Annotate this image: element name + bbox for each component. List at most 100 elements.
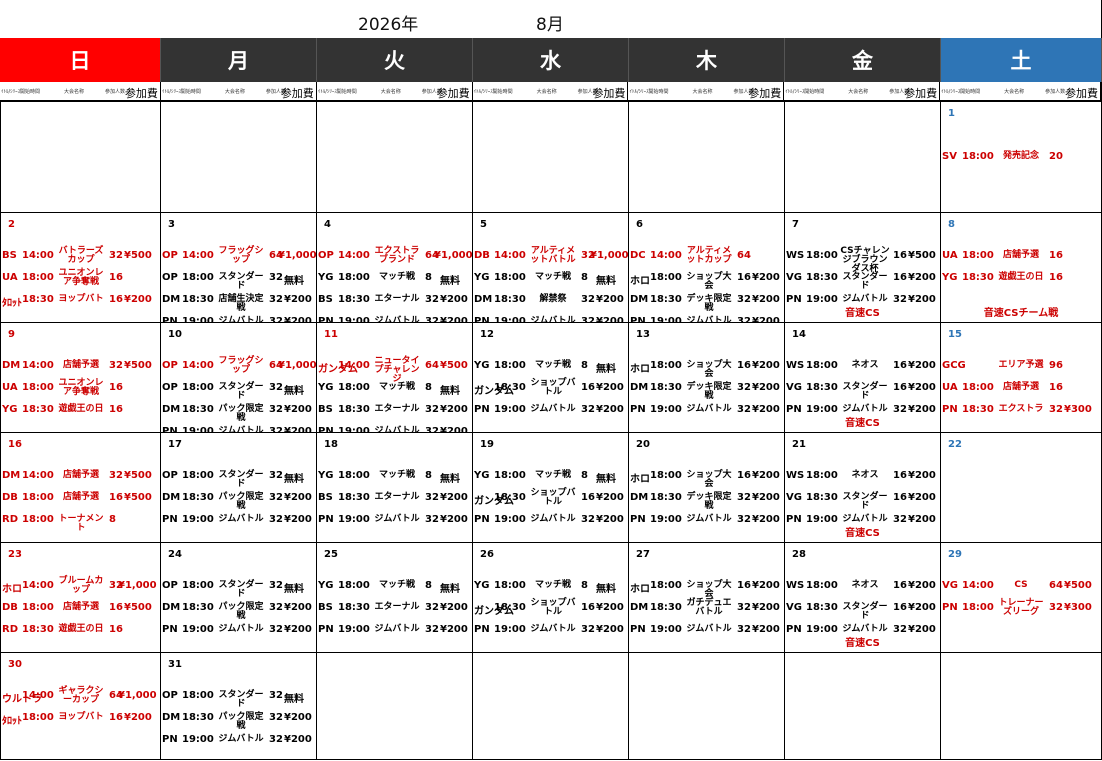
event-capacity: 16 (109, 294, 123, 305)
day-cell-3[interactable]: 3 OP 14:00 フラッグシップ 64 ¥1,000 OP 18:00 スタンダード 32 無料… (161, 213, 317, 322)
event-game: PN (162, 426, 178, 432)
day-cell-23[interactable]: 23 ホロ 14:00 ブルームカップ 32 ¥1,000 DB 18:00 店舗予選 16 ¥50… (0, 543, 161, 652)
day-cell-4[interactable]: 4 OP 14:00 エクストラブランド 64 ¥1,000 YG 18:00 マッチ戦 8 無料 B… (317, 213, 473, 322)
day-cell-28[interactable]: 28 WS 18:00 ネオス 16 ¥200 VG 18:30 スタンダード 16 ¥200 PN 1… (785, 543, 941, 652)
day-cell-11[interactable]: 11 ガンダム 14:00 ニュータイプチャレンジ 64 ¥500 YG 18:00 マッチ戦 8… (317, 323, 473, 432)
day-cell-15[interactable]: 15 GCG エリア予選 96 UA 18:00 店舗予選 16 PN 18:30 エクストラ 32 ¥… (941, 323, 1102, 432)
event-fee: ¥1,000 (278, 360, 317, 371)
event-entry: ホロ 18:00 ショップ大会 16 ¥200 (630, 575, 783, 599)
event-name: 店舗予選 (62, 492, 99, 502)
event-game: OP (162, 690, 178, 701)
event-time: 19:00 (494, 404, 526, 415)
day-cell-5[interactable]: 5 DB 14:00 アルティメットバトル 32 ¥1,000 YG 18:00 マッチ戦 8 無料… (473, 213, 629, 322)
event-name: ジムバトル (374, 316, 420, 323)
event-entry: UA 18:00 ユニオンレア争奪戦 16 (2, 377, 159, 399)
subheader-c3: 大会名称 (1004, 89, 1025, 95)
subheader-cell: ｲﾄﾙ/ｼﾘｰｽﾞ 開始時間 大会名称 参加人数 参加費 (940, 82, 1102, 100)
event-name: ジムバトル (842, 404, 888, 414)
event-capacity: 32 (269, 272, 283, 283)
day-cell-1[interactable]: 1 SV 18:00 発売記念 20 (941, 102, 1102, 212)
day-cell-6[interactable]: 6 DC 14:00 アルティメットカップ 64 ホロ 18:00 ショップ大会 16 ¥200 D… (629, 213, 785, 322)
event-capacity: 32 (1049, 404, 1063, 415)
subheader-c3: 大会名称 (64, 89, 85, 95)
day-number: 31 (168, 659, 182, 670)
day-cell-20[interactable]: 20 ホロ 18:00 ショップ大会 16 ¥200 DM 18:30 デッキ限定戦 32 ¥200… (629, 433, 785, 542)
day-cell-30[interactable]: 30 ウルトラ 14:00 ギャラクシーカップ 64 ¥1,000 ﾀﾛｯﾄ 18:00 ヨップ… (0, 653, 161, 759)
event-fee: ¥1,000 (118, 690, 157, 701)
day-cell-12[interactable]: 12 YG 18:00 マッチ戦 8 無料 ガンダム 18:30 ショップバトル 16 ¥200 PN… (473, 323, 629, 432)
day-cell-9[interactable]: 9 DM 14:00 店舗予選 32 ¥500 UA 18:00 ユニオンレア争奪戦 16 YG 18… (0, 323, 161, 432)
event-game: PN (474, 624, 490, 635)
event-game: UA (942, 250, 958, 261)
event-game: PN (162, 734, 178, 745)
event-fee: 無料 (440, 386, 460, 397)
day-number: 12 (480, 329, 494, 340)
event-entry: PN 19:00 ジムバトル 32 ¥200 (162, 729, 315, 751)
day-cell-16[interactable]: 16 DM 14:00 店舗予選 32 ¥500 DB 18:00 店舗予選 16 ¥500 RD 18… (0, 433, 161, 542)
day-cell-17[interactable]: 17 OP 18:00 スタンダード 32 無料 DM 18:30 パック限定戦 32 ¥200 PN… (161, 433, 317, 542)
event-time: 18:00 (22, 602, 54, 613)
event-capacity: 32 (425, 404, 439, 415)
event-name: ヨップバト (58, 294, 104, 304)
event-entry: VG 18:30 スタンダード 16 ¥200 (786, 597, 939, 621)
event-name: ジムバトル (218, 514, 264, 524)
event-time: 18:00 (338, 272, 370, 283)
subheader-c5: 参加費 (280, 87, 314, 100)
event-capacity: 16 (737, 470, 751, 481)
event-name: 店舗予選 (1002, 250, 1039, 260)
event-entry: YG 18:30 遊戯王の日 16 (2, 399, 159, 421)
day-cell-21[interactable]: 21 WS 18:00 ネオス 16 ¥200 VG 18:30 スタンダード 16 ¥200 PN 1… (785, 433, 941, 542)
day-cell-31[interactable]: 31 OP 18:00 スタンダード 32 無料 DM 18:30 パック限定戦 32 ¥200 PN… (161, 653, 317, 759)
day-cell-18[interactable]: 18 YG 18:00 マッチ戦 8 無料 BS 18:30 エターナル 32 ¥200 PN 19:0… (317, 433, 473, 542)
event-fee: ¥200 (908, 272, 936, 283)
day-cell-22[interactable]: 22 (941, 433, 1102, 542)
day-cell-13[interactable]: 13 ホロ 18:00 ショップ大会 16 ¥200 DM 18:30 デッキ限定戦 32 ¥200… (629, 323, 785, 432)
empty-day-cell (629, 653, 785, 759)
event-entry: PN 19:00 ジムバトル 32 ¥200 (318, 421, 471, 432)
event-capacity: 32 (269, 690, 283, 701)
event-name: ジムバトル (530, 514, 576, 524)
event-time: 18:00 (494, 580, 526, 591)
event-name: ジムバトル (218, 734, 264, 744)
event-time: 18:30 (182, 712, 214, 723)
day-cell-26[interactable]: 26 YG 18:00 マッチ戦 8 無料 ガンダム 18:30 ショップバトル 16 ¥200 PN… (473, 543, 629, 652)
event-name: マッチ戦 (378, 272, 415, 282)
calendar-week-row: 30 ウルトラ 14:00 ギャラクシーカップ 64 ¥1,000 ﾀﾛｯﾄ 18:00 ヨップ… (0, 653, 1102, 760)
day-cell-7[interactable]: 7 WS 18:00 CSチャレンジブラウンダス杯 16 ¥500 VG 18:30 スタンダー… (785, 213, 941, 322)
day-cell-25[interactable]: 25 YG 18:00 マッチ戦 8 無料 BS 18:30 エターナル 32 ¥200 PN 19:0… (317, 543, 473, 652)
event-game: VG (786, 382, 802, 393)
event-fee: ¥500 (124, 492, 152, 503)
event-name: フラッグシップ (218, 356, 264, 375)
event-entry: PN 19:00 ジムバトル 32 ¥200 (474, 311, 627, 322)
event-name: エクストラ (998, 404, 1044, 414)
event-entry: OP 18:00 スタンダード 32 無料 (162, 575, 315, 599)
day-number: 6 (636, 219, 643, 230)
event-capacity: 16 (893, 382, 907, 393)
event-game: PN (318, 624, 334, 635)
weekday-header-mon: 月 (161, 38, 317, 82)
day-cell-27[interactable]: 27 ホロ 18:00 ショップ大会 16 ¥200 DM 18:30 ガチデュエバトル 32 ¥2… (629, 543, 785, 652)
event-time: 18:00 (182, 690, 214, 701)
day-cell-24[interactable]: 24 OP 18:00 スタンダード 32 無料 DM 18:30 パック限定戦 32 ¥200 PN… (161, 543, 317, 652)
event-game: OP (162, 470, 178, 481)
event-entry: PN 19:00 ジムバトル 32 ¥200 (162, 509, 315, 531)
event-entry: OP 18:00 スタンダード 32 無料 (162, 377, 315, 401)
day-cell-29[interactable]: 29 VG 14:00 CS 64 ¥500 PN 18:00 トレーナーズリーグ 32 ¥300 (941, 543, 1102, 652)
event-game: BS (2, 250, 17, 261)
event-name: ジムバトル (686, 404, 732, 414)
event-time: 18:00 (806, 360, 838, 371)
day-number: 26 (480, 549, 494, 560)
day-cell-2[interactable]: 2 BS 14:00 バトラーズカップ 32 ¥500 UA 18:00 ユニオンレア争奪戦 16… (0, 213, 161, 322)
day-cell-14[interactable]: 14 WS 18:00 ネオス 16 ¥200 VG 18:30 スタンダード 16 ¥200 PN 1… (785, 323, 941, 432)
event-fee: ¥1,000 (590, 250, 629, 261)
event-time: 18:30 (806, 382, 838, 393)
day-cell-8[interactable]: 8 UA 18:00 店舗予選 16 YG 18:30 遊戯王の日 16 音速CSチーム戦 (941, 213, 1102, 322)
day-cell-19[interactable]: 19 YG 18:00 マッチ戦 8 無料 ガンダム 18:30 ショップバトル 16 ¥200 PN… (473, 433, 629, 542)
event-capacity: 16 (893, 360, 907, 371)
day-cell-10[interactable]: 10 OP 14:00 フラッグシップ 64 ¥1,000 OP 18:00 スタンダード 32 無… (161, 323, 317, 432)
event-fee: ¥200 (752, 470, 780, 481)
subheader-cell: ｲﾄﾙ/ｼﾘｰｽﾞ 開始時間 大会名称 参加人数 参加費 (161, 82, 317, 100)
event-fee: ¥500 (124, 470, 152, 481)
event-time: 18:00 (494, 470, 526, 481)
event-capacity: 32 (269, 426, 283, 432)
